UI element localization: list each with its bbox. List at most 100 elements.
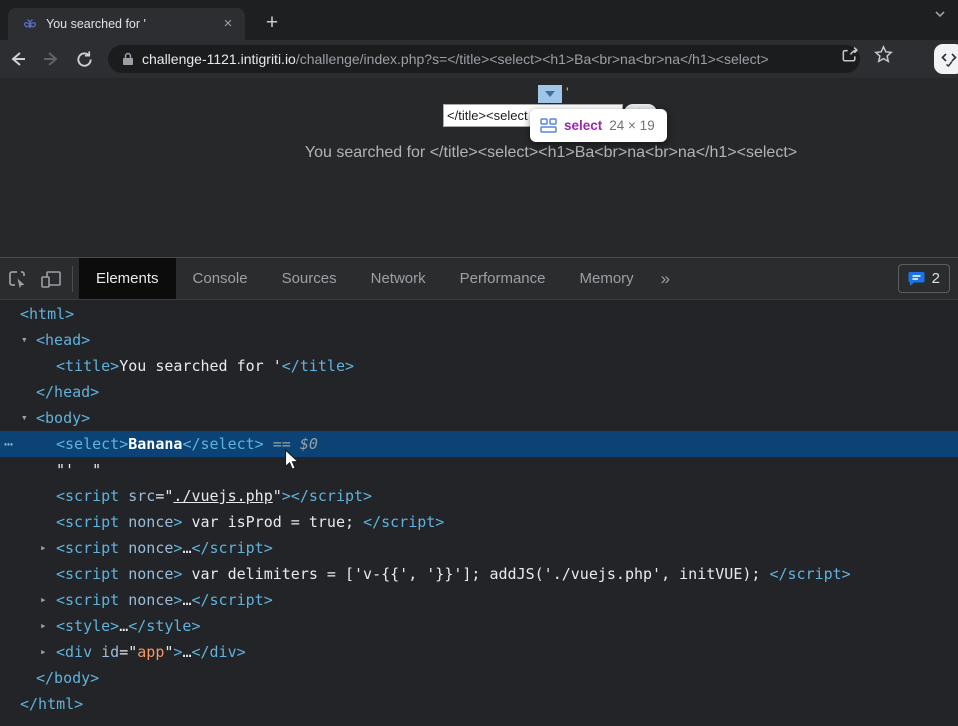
syntax-tag: </div> [191, 643, 245, 661]
devtools-tab-performance[interactable]: Performance [443, 258, 563, 299]
mouse-cursor [284, 449, 303, 471]
syntax-tag: </script> [769, 565, 850, 583]
syntax-txt: =" [119, 643, 137, 661]
intigriti-butterfly-icon [22, 16, 38, 32]
devtools-panel: ElementsConsoleSourcesNetworkPerformance… [0, 257, 958, 726]
syntax-attr: nonce [128, 513, 173, 531]
forward-button [36, 44, 66, 74]
syntax-link: ./vuejs.php [173, 487, 272, 505]
tooltip-tag-name: select [564, 118, 602, 133]
search-result-text: You searched for </title><select><h1>Ba<… [72, 144, 958, 162]
lock-icon [122, 52, 134, 66]
inspect-element-icon[interactable] [0, 258, 34, 299]
reload-button[interactable] [69, 44, 99, 74]
dom-tree-row[interactable]: ▸<script nonce>…</script> [0, 587, 958, 613]
devtools-tab-bar: ElementsConsoleSourcesNetworkPerformance… [79, 258, 651, 299]
syntax-tag: </script> [191, 539, 272, 557]
dom-tree-row[interactable]: <script nonce> var isProd = true; </scri… [0, 509, 958, 535]
element-badge-icon [540, 118, 557, 133]
syntax-tag: <body> [36, 409, 90, 427]
syntax-tag: <script [56, 487, 128, 505]
dom-tree-row[interactable]: <title>You searched for '</title> [0, 353, 958, 379]
url-text: challenge-1121.intigriti.io/challenge/in… [142, 51, 769, 67]
message-bubble-icon [908, 271, 925, 287]
dom-tree-row[interactable]: ▾ <body> [0, 405, 958, 431]
dom-tree-row[interactable]: <script src="./vuejs.php"></script> [0, 483, 958, 509]
browser-tab[interactable]: You searched for ' × [8, 8, 245, 40]
syntax-txt: var delimiters = ['v-{{', '}}']; addJS('… [182, 565, 769, 583]
syntax-txt: You searched for ' [119, 357, 282, 375]
highlighted-select-element[interactable] [538, 85, 562, 103]
more-tabs-button[interactable]: » [651, 258, 680, 299]
toolbar-divider [72, 266, 73, 292]
device-toolbar-icon[interactable] [34, 258, 68, 299]
new-tab-button[interactable]: + [258, 10, 286, 38]
collapse-arrow-icon[interactable]: ▾ [21, 327, 28, 353]
dom-tree-row[interactable]: ▸ <style>…</style> [0, 613, 958, 639]
row-options-dots[interactable]: ⋯ [4, 431, 13, 457]
syntax-attr: src [128, 487, 155, 505]
close-tab-icon[interactable]: × [219, 15, 237, 33]
devtools-tab-network[interactable]: Network [354, 258, 443, 299]
chevron-down-icon[interactable] [932, 6, 948, 22]
issues-button[interactable]: 2 [898, 264, 950, 293]
syntax-tag: </script> [363, 513, 444, 531]
tooltip-dimensions: 24 × 19 [609, 118, 654, 133]
expand-arrow-icon[interactable]: ▸ [40, 535, 47, 561]
back-button[interactable] [3, 44, 33, 74]
devtools-tab-elements[interactable]: Elements [79, 258, 176, 299]
syntax-tag: </html> [20, 695, 83, 713]
syntax-txtb: Banana [128, 435, 182, 453]
dom-tree-row[interactable]: ▸<script nonce>…</script> [0, 535, 958, 561]
page-viewport: ' select 24 × 19 You searched for </titl… [0, 78, 958, 257]
dom-tree-row[interactable]: <html> [0, 301, 958, 327]
syntax-tag: <title> [56, 357, 119, 375]
tab-strip: You searched for ' × + [0, 0, 958, 40]
expand-arrow-icon[interactable]: ▸ [40, 587, 47, 613]
address-bar[interactable]: challenge-1121.intigriti.io/challenge/in… [108, 45, 860, 73]
url-host: challenge-1121.intigriti.io [142, 51, 296, 67]
syntax-tag: <head> [36, 331, 90, 349]
devtools-tab-sources[interactable]: Sources [265, 258, 354, 299]
syntax-tag: <select> [56, 435, 128, 453]
syntax-val: app [137, 643, 164, 661]
element-inspect-tooltip: select 24 × 19 [530, 109, 667, 142]
share-icon[interactable] [840, 44, 861, 65]
dom-tree-row[interactable]: </head> [0, 379, 958, 405]
syntax-txt: =" [155, 487, 173, 505]
expand-arrow-icon[interactable]: ▸ [40, 613, 47, 639]
devtools-tab-console[interactable]: Console [176, 258, 265, 299]
syntax-tag: <script [56, 591, 128, 609]
select-chevron-icon [545, 91, 555, 97]
dom-tree-row[interactable]: ▾ <head> [0, 327, 958, 353]
expand-arrow-icon[interactable]: ▸ [40, 639, 47, 665]
syntax-tag: <style> [56, 617, 119, 635]
leftover-apostrophe-text: ' [566, 84, 569, 100]
syntax-tag: <html> [20, 305, 74, 323]
syntax-attr: nonce [128, 565, 173, 583]
browser-toolbar: challenge-1121.intigriti.io/challenge/in… [0, 40, 958, 78]
devtools-tab-memory[interactable]: Memory [563, 258, 651, 299]
syntax-attr: nonce [128, 539, 173, 557]
syntax-attr: nonce [128, 591, 173, 609]
url-path: /challenge/index.php?s=</title><select><… [296, 51, 769, 67]
syntax-tag: </script> [191, 591, 272, 609]
syntax-tag: </title> [282, 357, 354, 375]
devtools-toolbar: ElementsConsoleSourcesNetworkPerformance… [0, 258, 958, 300]
syntax-tag: </select> [182, 435, 263, 453]
syntax-txt: … [119, 617, 128, 635]
bookmark-star-icon[interactable] [873, 44, 894, 65]
syntax-txt: var isProd = true; [182, 513, 363, 531]
syntax-tag: </head> [36, 383, 99, 401]
syntax-tag: </style> [128, 617, 200, 635]
dom-tree-row[interactable]: "' " [0, 457, 958, 483]
collapse-arrow-icon[interactable]: ▾ [21, 405, 28, 431]
dom-tree-row[interactable]: ▸<div id="app">…</div> [0, 639, 958, 665]
dom-tree-row[interactable]: </html> [0, 691, 958, 717]
dom-tree-row[interactable]: </body> [0, 665, 958, 691]
dom-tree-row[interactable]: <script nonce> var delimiters = ['v-{{',… [0, 561, 958, 587]
dom-tree-row[interactable]: ⋯<select>Banana</select> == $0 [0, 431, 958, 457]
syntax-tag: <script [56, 565, 128, 583]
dom-tree: <html>▾<head><title>You searched for '</… [0, 300, 958, 726]
extension-icon[interactable] [934, 44, 958, 74]
